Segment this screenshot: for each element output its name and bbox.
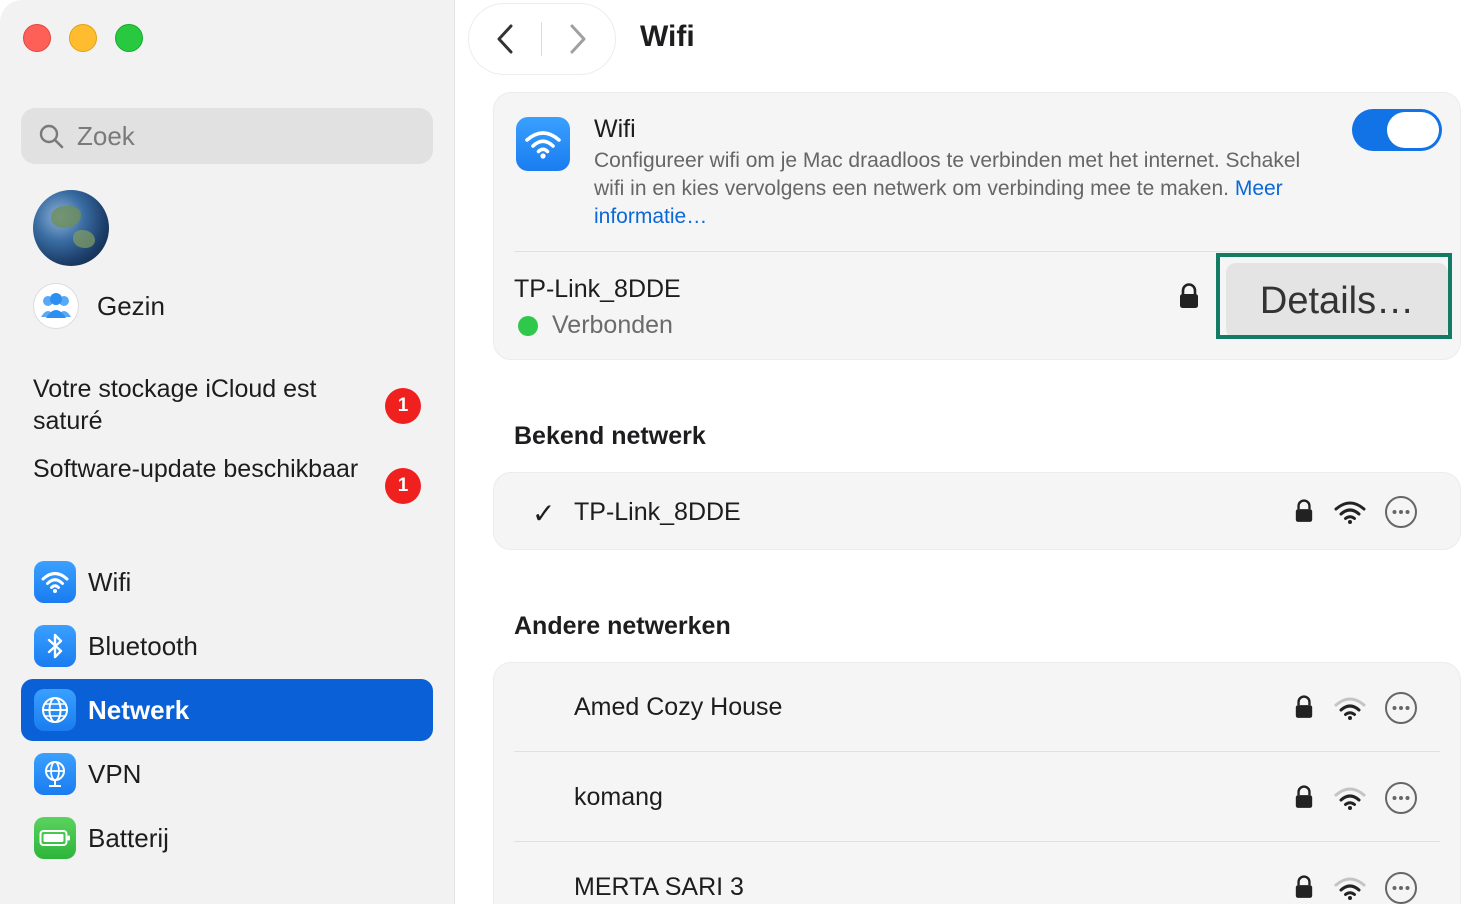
vpn-globe-icon xyxy=(34,753,76,795)
lock-icon xyxy=(1180,283,1198,308)
network-row[interactable]: ✓ TP-Link_8DDE xyxy=(494,473,1460,551)
window-controls xyxy=(23,24,143,52)
zoom-window-button[interactable] xyxy=(115,24,143,52)
more-options-icon[interactable] xyxy=(1384,691,1418,725)
family-label: Gezin xyxy=(97,290,165,321)
chevron-right-icon xyxy=(570,24,586,54)
connected-network-name: TP-Link_8DDE xyxy=(514,275,681,303)
wifi-card: Wifi Configureer wifi om je Mac draadloo… xyxy=(493,92,1461,360)
toggle-knob xyxy=(1387,112,1439,148)
more-options-icon[interactable] xyxy=(1384,781,1418,815)
notice-text: Software-update beschikbaar xyxy=(33,455,359,483)
sidebar-item-label: VPN xyxy=(88,758,142,789)
lock-icon xyxy=(1295,695,1313,718)
sidebar-item-vpn[interactable]: VPN xyxy=(21,743,433,805)
wifi-signal-icon xyxy=(1334,501,1366,524)
avatar[interactable] xyxy=(33,190,109,266)
network-name: komang xyxy=(574,783,663,811)
known-network-heading: Bekend netwerk xyxy=(514,422,706,450)
network-name: MERTA SARI 3 xyxy=(574,873,744,901)
other-networks-heading: Andere netwerken xyxy=(514,612,731,640)
details-button[interactable]: Details… xyxy=(1226,263,1448,339)
connection-status: Verbonden xyxy=(518,311,673,340)
divider xyxy=(514,251,1440,252)
wifi-icon xyxy=(516,117,570,171)
sidebar-item-label: Bluetooth xyxy=(88,630,198,661)
forward-button[interactable] xyxy=(542,4,614,74)
checkmark-icon: ✓ xyxy=(532,498,556,529)
search-icon xyxy=(39,124,64,149)
lock-icon xyxy=(1295,785,1313,808)
divider xyxy=(514,751,1440,752)
network-name: TP-Link_8DDE xyxy=(574,498,741,526)
back-button[interactable] xyxy=(469,4,541,74)
notice-text: Votre stockage iCloud est saturé xyxy=(33,375,317,435)
notification-badge: 1 xyxy=(385,468,421,504)
lock-icon xyxy=(1295,875,1313,898)
wifi-icon xyxy=(34,561,76,603)
wifi-signal-icon xyxy=(1334,877,1366,900)
sidebar-item-label: Netwerk xyxy=(88,694,190,725)
sidebar-item-netwerk[interactable]: Netwerk xyxy=(21,679,433,741)
more-options-icon[interactable] xyxy=(1384,871,1418,904)
minimize-window-button[interactable] xyxy=(69,24,97,52)
bluetooth-icon xyxy=(34,625,76,667)
network-row[interactable]: Amed Cozy House xyxy=(494,663,1460,753)
wifi-description-text: Configureer wifi om je Mac draadloos te … xyxy=(594,149,1301,200)
wifi-signal-icon xyxy=(1334,787,1366,810)
divider xyxy=(514,841,1440,842)
network-row[interactable]: komang xyxy=(494,753,1460,843)
connected-dot-icon xyxy=(518,315,538,336)
more-options-icon[interactable] xyxy=(1384,495,1418,529)
wifi-toggle[interactable] xyxy=(1352,109,1442,151)
software-update-notice[interactable]: Software-update beschikbaar 1 xyxy=(33,453,433,504)
lock-icon xyxy=(1295,499,1313,522)
network-name: Amed Cozy House xyxy=(574,693,783,721)
battery-icon xyxy=(34,817,76,859)
family-item[interactable]: Gezin xyxy=(33,283,165,329)
sidebar-item-label: Wifi xyxy=(88,566,132,597)
sidebar-item-wifi[interactable]: Wifi xyxy=(21,551,433,613)
wifi-signal-icon xyxy=(1334,697,1366,720)
search-input[interactable] xyxy=(77,120,397,152)
other-networks-card: Amed Cozy House komang MERTA SARI 3 xyxy=(493,662,1461,904)
globe-icon xyxy=(34,689,76,731)
sidebar-item-bluetooth[interactable]: Bluetooth xyxy=(21,615,433,677)
notification-badge: 1 xyxy=(385,388,421,424)
page-title: Wifi xyxy=(640,20,695,53)
wifi-description: Configureer wifi om je Mac draadloos te … xyxy=(594,147,1324,231)
sidebar-item-batterij[interactable]: Batterij xyxy=(21,807,433,869)
sidebar-item-label: Batterij xyxy=(88,822,169,853)
chevron-left-icon xyxy=(497,24,513,54)
icloud-storage-notice[interactable]: Votre stockage iCloud est saturé 1 xyxy=(33,373,433,437)
known-network-card: ✓ TP-Link_8DDE xyxy=(493,472,1461,550)
search-field[interactable] xyxy=(21,108,433,164)
wifi-title: Wifi xyxy=(594,115,636,143)
network-row[interactable]: MERTA SARI 3 xyxy=(494,843,1460,904)
sidebar: Gezin Votre stockage iCloud est saturé 1… xyxy=(0,0,455,904)
connection-status-text: Verbonden xyxy=(552,311,673,339)
close-window-button[interactable] xyxy=(23,24,51,52)
family-icon xyxy=(33,283,79,329)
navigation-buttons xyxy=(469,4,615,74)
